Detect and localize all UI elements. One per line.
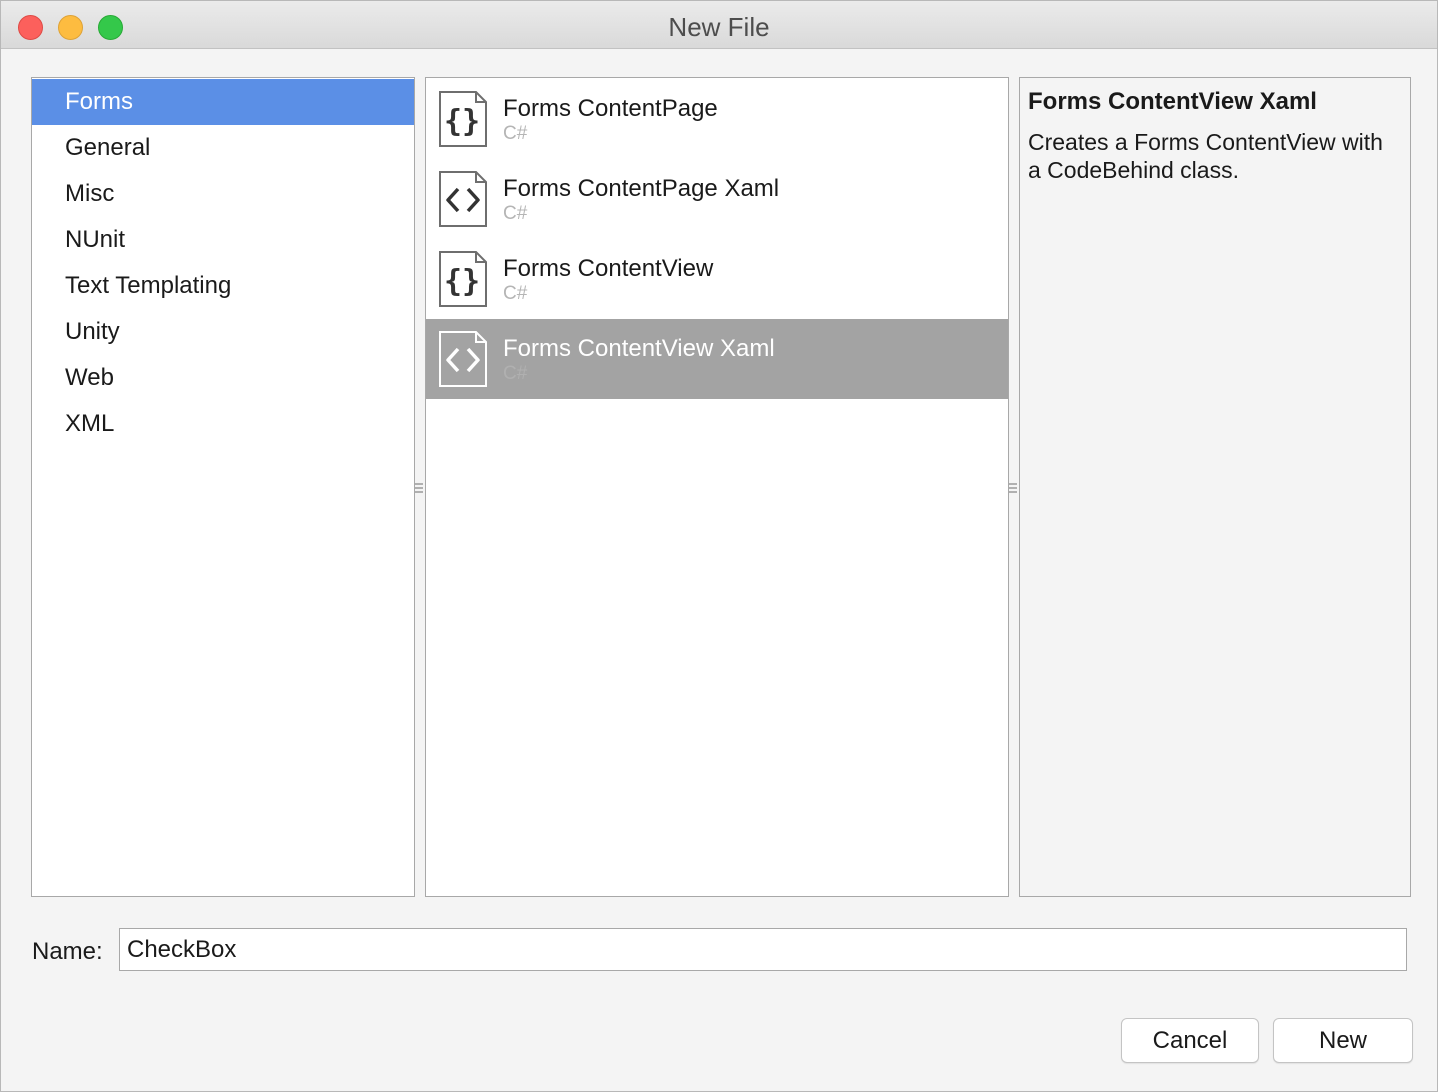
category-item-general[interactable]: General [32, 125, 414, 171]
category-item-misc[interactable]: Misc [32, 171, 414, 217]
template-language: C# [503, 363, 528, 384]
category-item-forms[interactable]: Forms [32, 79, 414, 125]
template-item-forms-contentview-xaml[interactable]: Forms ContentView Xaml C# [426, 319, 1008, 399]
category-item-web[interactable]: Web [32, 355, 414, 401]
title-bar: New File [1, 1, 1437, 49]
template-item-forms-contentpage-xaml[interactable]: Forms ContentPage Xaml C# [426, 159, 1008, 239]
template-name: Forms ContentView [503, 255, 714, 282]
angle-brackets-file-icon [439, 331, 487, 387]
template-language: C# [503, 203, 528, 224]
splitter-handle-left[interactable] [415, 481, 423, 495]
template-language: C# [503, 283, 528, 304]
template-name: Forms ContentPage [503, 95, 718, 122]
category-item-nunit[interactable]: NUnit [32, 217, 414, 263]
category-item-unity[interactable]: Unity [32, 309, 414, 355]
name-input[interactable] [119, 928, 1407, 971]
template-name: Forms ContentView Xaml [503, 335, 775, 362]
template-name: Forms ContentPage Xaml [503, 175, 780, 202]
template-list: {} Forms ContentPage C# Forms ContentPag… [425, 77, 1009, 897]
template-item-forms-contentview[interactable]: {} Forms ContentView C# [426, 239, 1008, 319]
description-text: Creates a Forms ContentView with a CodeB… [1028, 129, 1383, 183]
category-item-text-templating[interactable]: Text Templating [32, 263, 414, 309]
template-description-panel: Forms ContentView Xaml Creates a Forms C… [1019, 77, 1411, 897]
description-title: Forms ContentView Xaml [1028, 88, 1317, 115]
window-title: New File [668, 12, 770, 42]
category-item-xml[interactable]: XML [32, 401, 414, 447]
template-language: C# [503, 123, 528, 144]
category-list: Forms General Misc NUnit Text Templating… [31, 77, 415, 897]
cancel-button[interactable]: Cancel [1121, 1018, 1259, 1063]
template-item-forms-contentpage[interactable]: {} Forms ContentPage C# [426, 79, 1008, 159]
splitter-handle-right[interactable] [1009, 481, 1017, 495]
new-button[interactable]: New [1273, 1018, 1413, 1063]
name-label: Name: [32, 938, 103, 965]
braces-file-icon: {} [439, 91, 487, 147]
new-file-dialog: New File Forms General Misc NUnit Text T… [0, 0, 1438, 1092]
svg-text:{}: {} [444, 264, 480, 299]
angle-brackets-file-icon [439, 171, 487, 227]
braces-file-icon: {} [439, 251, 487, 307]
svg-text:{}: {} [444, 104, 480, 139]
